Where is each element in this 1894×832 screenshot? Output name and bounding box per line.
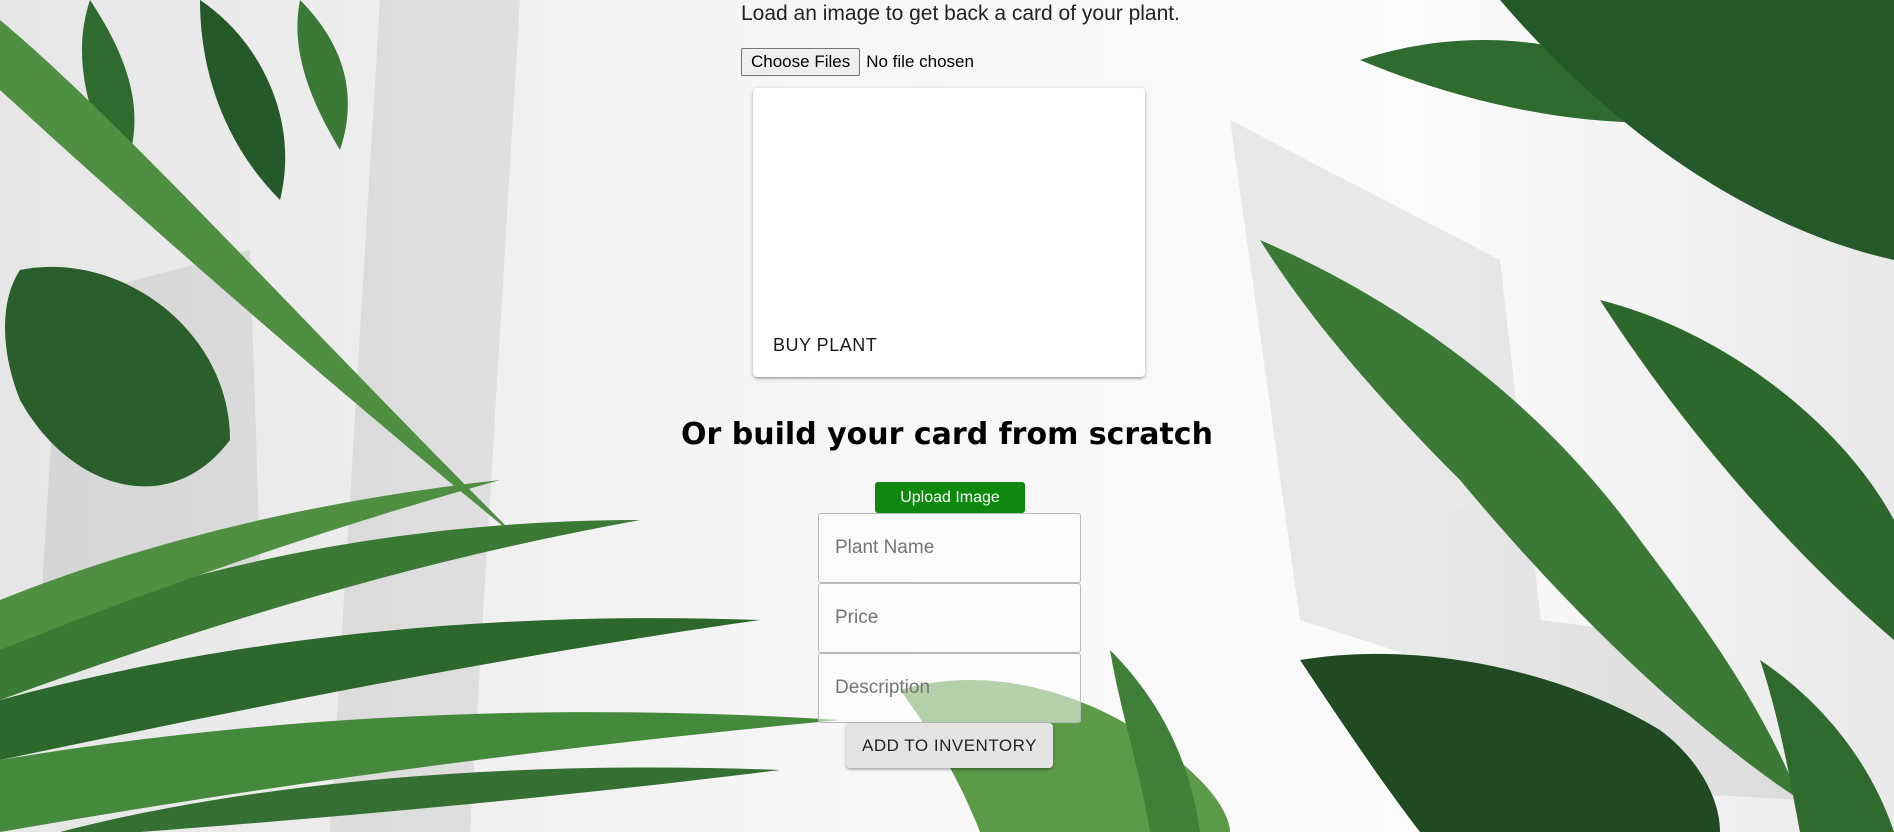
page: Load an image to get back a card of your…	[0, 0, 1894, 832]
upload-image-button[interactable]: Upload Image	[875, 482, 1025, 513]
file-status: No file chosen	[866, 52, 974, 71]
add-to-inventory-button[interactable]: ADD TO INVENTORY	[846, 723, 1053, 768]
description-field[interactable]	[818, 653, 1081, 723]
plant-card	[753, 88, 1145, 377]
builder-heading: Or build your card from scratch	[681, 417, 1213, 452]
price-field[interactable]	[818, 583, 1081, 653]
card-image	[753, 88, 1145, 318]
buy-plant-button[interactable]: BUY PLANT	[773, 335, 877, 356]
plant-name-field[interactable]	[818, 513, 1081, 583]
choose-files-button[interactable]: Choose Files	[741, 48, 861, 76]
intro-text: Load an image to get back a card of your…	[741, 2, 1180, 25]
file-input: Choose Files No file chosen	[741, 48, 974, 76]
